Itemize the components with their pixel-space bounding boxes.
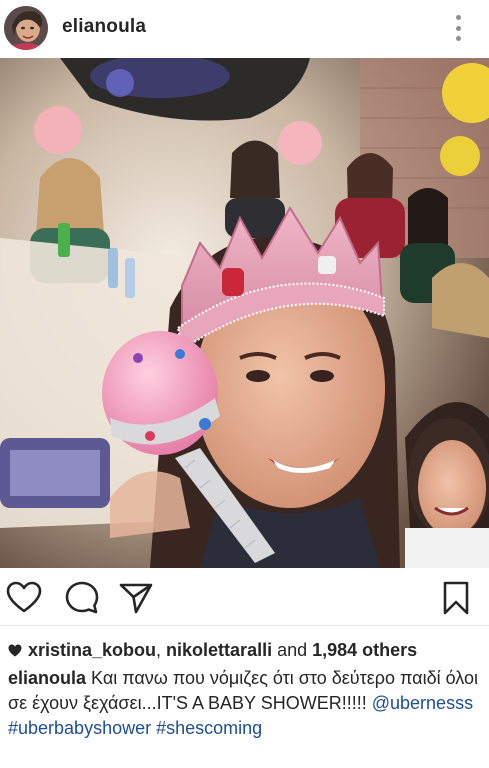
- heart-filled-icon: [8, 644, 22, 657]
- action-divider: [0, 625, 489, 626]
- more-dot: [455, 15, 461, 20]
- user-avatar-icon: [4, 6, 48, 50]
- avatar[interactable]: [4, 6, 48, 50]
- post-username[interactable]: elianoula: [62, 16, 146, 38]
- caption-hashtag[interactable]: #uberbabyshower: [8, 718, 151, 738]
- post-caption: elianoula Και πανω που νόμιζες ότι στο δ…: [8, 666, 478, 741]
- post-actions: [0, 574, 489, 620]
- share-button[interactable]: [118, 580, 154, 616]
- party-selfie-image: [0, 58, 489, 568]
- liker-username[interactable]: nikolettaralli: [166, 640, 272, 660]
- likes-separator: ,: [156, 640, 167, 660]
- liker-username[interactable]: xristina_kobou: [28, 640, 156, 660]
- more-dot: [455, 36, 461, 41]
- save-button[interactable]: [438, 580, 474, 616]
- heart-outline-icon: [6, 581, 42, 613]
- post-header: elianoula: [0, 0, 489, 58]
- comment-button[interactable]: [64, 580, 100, 616]
- paper-plane-icon: [119, 583, 153, 614]
- post-photo[interactable]: [0, 58, 489, 568]
- likes-others-count[interactable]: 1,984 others: [312, 640, 417, 660]
- caption-hashtag[interactable]: #shescoming: [156, 718, 262, 738]
- comment-bubble-icon: [65, 581, 99, 614]
- caption-mention[interactable]: @ubernesss: [372, 693, 473, 713]
- likes-and-text: and: [272, 640, 313, 660]
- more-dot: [455, 25, 461, 31]
- likes-summary[interactable]: xristina_kobou, nikolettaralli and 1,984…: [8, 640, 417, 661]
- more-options-button[interactable]: [447, 12, 469, 44]
- like-button[interactable]: [6, 580, 42, 616]
- bookmark-icon: [443, 581, 469, 615]
- caption-author[interactable]: elianoula: [8, 668, 86, 688]
